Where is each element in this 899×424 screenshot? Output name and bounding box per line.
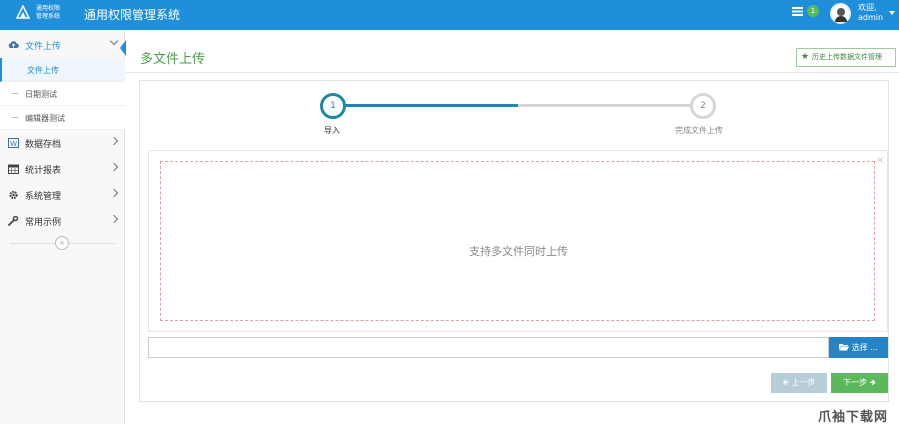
active-indicator-arrow [120,40,126,56]
step-2-label: 完成文件上传 [675,126,723,135]
sidebar-item-statistics[interactable]: 统计报表 [0,156,125,182]
choose-files-button[interactable]: 选择 ... [829,337,888,358]
chevron-right-icon [109,162,119,172]
next-button-label: 下一步 [842,378,867,387]
submenu-item-label: 编辑器测试 [25,114,65,123]
step-progress-complete [345,104,518,107]
submenu-dash [12,117,18,118]
user-menu[interactable]: 欢迎, admin [858,3,883,23]
star-icon: ★ [801,52,810,62]
title-divider [126,72,899,73]
cloud-upload-icon [8,41,19,48]
app-title: 通用权限管理系统 [84,8,181,22]
file-path-input[interactable] [148,337,829,358]
arrow-right-icon: 🡺 [869,378,877,387]
username: admin [858,13,884,22]
submenu-item-label: 日期测试 [25,90,57,99]
message-count-badge[interactable]: 1 [807,5,819,17]
submenu-dash [12,93,18,94]
submenu-item-file-upload[interactable]: 文件上传 [0,58,125,82]
submenu-item-editor-test[interactable]: 编辑器测试 [0,106,125,130]
sidebar: 文件上传 文件上传 日期测试 编辑器测试 W 数据存档 统计报表 系统管理 常用… [0,30,126,424]
collapse-sidebar-icon[interactable]: « [55,236,69,250]
chevron-down-icon [109,36,119,46]
welcome-text: 欢迎, [858,3,877,12]
chevron-right-icon [109,214,119,224]
arrow-left-icon: 🡸 [782,378,789,387]
step-1-label: 导入 [324,126,340,135]
watermark-logo: 爪袖下载网 [818,410,889,424]
step-1-circle: 1 [320,93,346,119]
top-header: 通用权限 管理系统 通用权限管理系统 1 欢迎, admin [0,0,899,30]
sidebar-item-system-management[interactable]: 系统管理 [0,182,125,208]
sidebar-item-common-examples[interactable]: 常用示例 [0,208,125,234]
gear-icon [9,190,18,200]
sidebar-item-label: 统计报表 [25,166,62,176]
history-button-label: 历史上传数据文件管理 [812,53,882,61]
previous-step-button[interactable]: 🡸 上一步 [771,373,827,393]
file-upload-submenu: 文件上传 日期测试 编辑器测试 [0,58,125,130]
caret-down-icon[interactable] [889,11,895,15]
calendar-icon [8,164,19,174]
menu-list-icon[interactable] [792,7,803,16]
sidebar-item-label: 系统管理 [25,192,62,202]
page-title: 多文件上传 [140,52,206,67]
svg-text:W: W [10,141,17,148]
sidebar-item-label: 数据存档 [25,140,62,150]
logo-icon [16,5,30,19]
choose-button-label: 选择 ... [851,343,878,352]
logo-text-line2: 管理系统 [36,13,61,20]
sidebar-item-file-upload[interactable]: 文件上传 [0,32,126,58]
sidebar-item-label: 常用示例 [25,218,62,228]
wrench-icon [8,216,19,226]
word-file-icon: W [8,138,19,148]
logo-text-line1: 通用权限 [36,5,61,12]
next-step-button[interactable]: 下一步 🡺 [831,373,888,393]
sidebar-item-label: 文件上传 [25,42,62,52]
user-avatar[interactable] [830,3,851,24]
folder-open-icon [839,344,850,351]
submenu-item-date-test[interactable]: 日期测试 [0,82,125,106]
drop-zone-text: 支持多文件同时上传 [469,245,568,258]
prev-button-label: 上一步 [791,378,816,387]
step-progress-remaining [518,104,690,107]
close-icon[interactable]: × [876,155,884,166]
logo-text: 通用权限 管理系统 [36,5,60,21]
file-drop-zone[interactable]: 支持多文件同时上传 [160,161,875,321]
step-2-circle: 2 [690,93,716,119]
submenu-item-label: 文件上传 [27,66,59,75]
chevron-right-icon [109,188,119,198]
sidebar-item-data-archive[interactable]: W 数据存档 [0,130,125,156]
chevron-right-icon [109,136,119,146]
history-upload-files-button[interactable]: ★ 历史上传数据文件管理 [796,48,896,67]
